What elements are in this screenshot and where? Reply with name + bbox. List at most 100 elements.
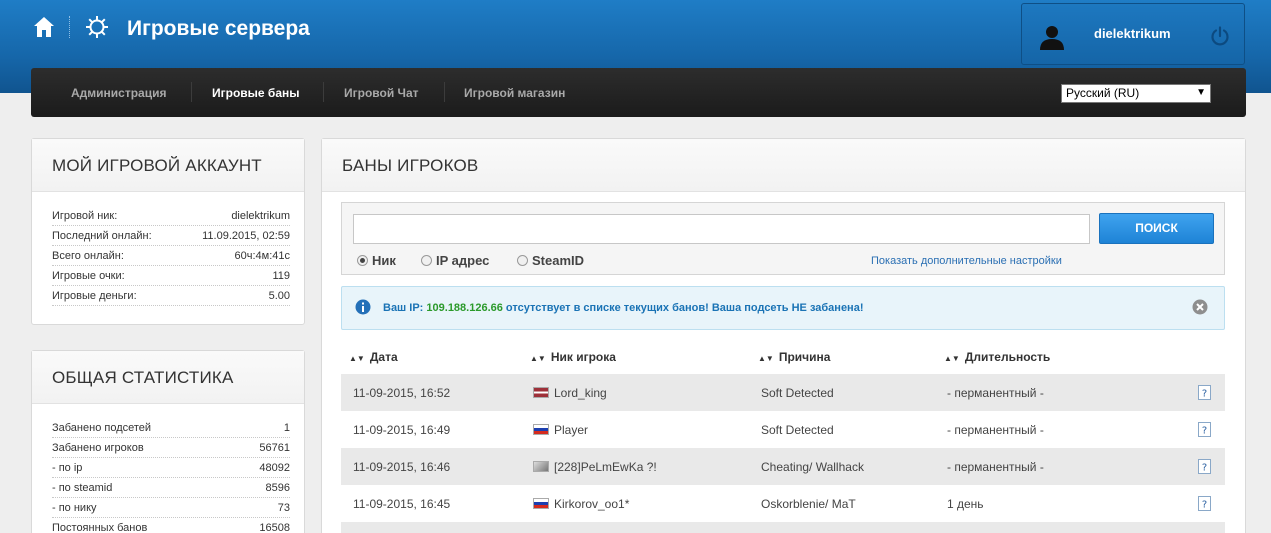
stats-row: - по нику 73 xyxy=(52,498,290,518)
table-row[interactable] xyxy=(341,522,1225,533)
header-divider xyxy=(69,16,70,38)
search-button[interactable]: ПОИСК xyxy=(1099,213,1214,244)
column-label: Длительность xyxy=(964,350,1051,364)
sort-icon: ▲▼ xyxy=(530,354,546,363)
chevron-down-icon: ▼ xyxy=(1196,87,1206,98)
radio-checked-icon xyxy=(357,255,368,266)
stat-value: 119 xyxy=(272,270,290,282)
stat-value: 56761 xyxy=(259,442,290,454)
ban-duration: 1 день xyxy=(947,497,984,511)
nav-item-game-shop[interactable]: Игровой магазин xyxy=(464,86,565,100)
table-row[interactable]: 11-09-2015, 16:49 Player Soft Detected -… xyxy=(341,411,1225,448)
stat-value: 16508 xyxy=(259,522,290,533)
home-icon[interactable] xyxy=(33,15,55,39)
stats-panel-header: ОБЩАЯ СТАТИСТИКА xyxy=(32,351,304,404)
bans-panel-title: БАНЫ ИГРОКОВ xyxy=(342,156,479,175)
ban-reason: Soft Detected xyxy=(761,423,834,437)
stat-label: Всего онлайн: xyxy=(52,250,124,262)
ban-nick-cell: [228]PeLmEwKa ?! xyxy=(533,460,657,474)
language-select[interactable]: Русский (RU) ▼ xyxy=(1061,84,1211,103)
stats-row: - по ip 48092 xyxy=(52,458,290,478)
table-row[interactable]: 11-09-2015, 16:45 Kirkorov_oo1* Oskorble… xyxy=(341,485,1225,522)
stats-row: Забанено подсетей 1 xyxy=(52,418,290,438)
column-duration[interactable]: ▲▼ Длительность xyxy=(944,350,1050,364)
account-panel-title: МОЙ ИГРОВОЙ АККАУНТ xyxy=(52,156,262,175)
account-row-nick: Игровой ник: dielektrikum xyxy=(52,206,290,226)
stats-row: Постоянных банов 16508 xyxy=(52,518,290,533)
ban-duration: - перманентный - xyxy=(947,460,1044,474)
close-icon[interactable] xyxy=(1192,299,1208,315)
column-nick[interactable]: ▲▼ Ник игрока xyxy=(530,350,616,364)
details-icon[interactable]: ? xyxy=(1198,422,1211,437)
nav-item-game-bans[interactable]: Игровые баны xyxy=(212,86,300,100)
stat-value: dielektrikum xyxy=(231,210,290,222)
stat-label: - по нику xyxy=(52,502,97,514)
sort-icon: ▲▼ xyxy=(349,354,365,363)
account-stats-list: Игровой ник: dielektrikum Последний онлай… xyxy=(32,192,304,306)
stats-row: Забанено игроков 56761 xyxy=(52,438,290,458)
nav-divider xyxy=(323,82,324,102)
user-box[interactable]: dielektrikum xyxy=(1021,3,1245,65)
search-form: ПОИСК Ник IP адрес SteamID Показать допо… xyxy=(341,202,1225,275)
ban-date: 11-09-2015, 16:45 xyxy=(353,497,451,511)
radio-label: SteamID xyxy=(532,253,585,268)
details-icon[interactable]: ? xyxy=(1198,459,1211,474)
radio-ip[interactable]: IP адрес xyxy=(421,253,489,268)
alert-prefix: Ваш IP: xyxy=(383,302,427,314)
table-row[interactable]: 11-09-2015, 16:52 Lord_king Soft Detecte… xyxy=(341,374,1225,411)
account-row-money: Игровые деньги: 5.00 xyxy=(52,286,290,306)
stat-label: Забанено подсетей xyxy=(52,422,152,434)
account-row-total-online: Всего онлайн: 60ч:4м:41с xyxy=(52,246,290,266)
column-reason[interactable]: ▲▼ Причина xyxy=(758,350,830,364)
ban-nick: Lord_king xyxy=(554,386,607,400)
advanced-settings-link[interactable]: Показать дополнительные настройки xyxy=(871,255,1062,267)
power-icon[interactable] xyxy=(1210,26,1230,46)
radio-unchecked-icon xyxy=(517,255,528,266)
info-icon xyxy=(355,299,371,315)
stat-value: 11.09.2015, 02:59 xyxy=(202,230,290,242)
radio-steamid[interactable]: SteamID xyxy=(517,253,584,268)
ban-duration: - перманентный - xyxy=(947,386,1044,400)
stat-value: 8596 xyxy=(265,482,290,494)
table-row[interactable]: 11-09-2015, 16:46 [228]PeLmEwKa ?! Cheat… xyxy=(341,448,1225,485)
stats-panel-title: ОБЩАЯ СТАТИСТИКА xyxy=(52,368,234,387)
ban-duration: - перманентный - xyxy=(947,423,1044,437)
username[interactable]: dielektrikum xyxy=(1094,26,1171,41)
radio-nick[interactable]: Ник xyxy=(357,253,396,268)
svg-text:?: ? xyxy=(1202,426,1207,437)
radio-label: Ник xyxy=(372,253,396,268)
account-row-last-online: Последний онлайн: 11.09.2015, 02:59 xyxy=(52,226,290,246)
stat-label: Игровой ник: xyxy=(52,210,118,222)
account-row-points: Игровые очки: 119 xyxy=(52,266,290,286)
ban-nick: Player xyxy=(554,423,589,437)
stat-label: Постоянных банов xyxy=(52,522,148,533)
ban-reason: Oskorblenie/ MaT xyxy=(761,497,856,511)
details-icon[interactable]: ? xyxy=(1198,496,1211,511)
details-icon[interactable]: ? xyxy=(1198,385,1211,400)
column-date[interactable]: ▲▼ Дата xyxy=(349,350,398,364)
user-ip: 109.188.126.66 xyxy=(426,302,503,314)
search-input[interactable] xyxy=(353,214,1090,244)
stat-value: 5.00 xyxy=(268,290,290,302)
ban-date: 11-09-2015, 16:52 xyxy=(353,386,451,400)
account-panel-header: МОЙ ИГРОВОЙ АККАУНТ xyxy=(32,139,304,192)
nav-item-game-chat[interactable]: Игровой Чат xyxy=(344,86,419,100)
general-stats-list: Забанено подсетей 1 Забанено игроков 56761… xyxy=(32,404,304,533)
latvia-flag-icon xyxy=(533,387,549,398)
bans-panel: БАНЫ ИГРОКОВ ПОИСК Ник IP адрес SteamID … xyxy=(321,138,1246,533)
svg-text:?: ? xyxy=(1202,389,1207,400)
radio-label: IP адрес xyxy=(436,253,490,268)
unknown-flag-icon xyxy=(533,461,549,472)
svg-text:?: ? xyxy=(1202,500,1207,511)
stat-label: Последний онлайн: xyxy=(52,230,152,242)
account-panel: МОЙ ИГРОВОЙ АККАУНТ Игровой ник: dielektr… xyxy=(31,138,305,325)
ban-nick: Kirkorov_oo1* xyxy=(554,497,630,511)
stat-label: - по steamid xyxy=(52,482,113,494)
alert-suffix: отсутствует в списке текущих банов! Ваша… xyxy=(502,302,864,314)
ban-nick-cell: Kirkorov_oo1* xyxy=(533,497,629,511)
nav-item-administration[interactable]: Администрация xyxy=(71,86,166,100)
stats-panel: ОБЩАЯ СТАТИСТИКА Забанено подсетей 1 Заба… xyxy=(31,350,305,533)
ban-reason: Cheating/ Wallhack xyxy=(761,460,864,474)
nav-divider xyxy=(444,82,445,102)
gear-icon xyxy=(86,16,108,38)
